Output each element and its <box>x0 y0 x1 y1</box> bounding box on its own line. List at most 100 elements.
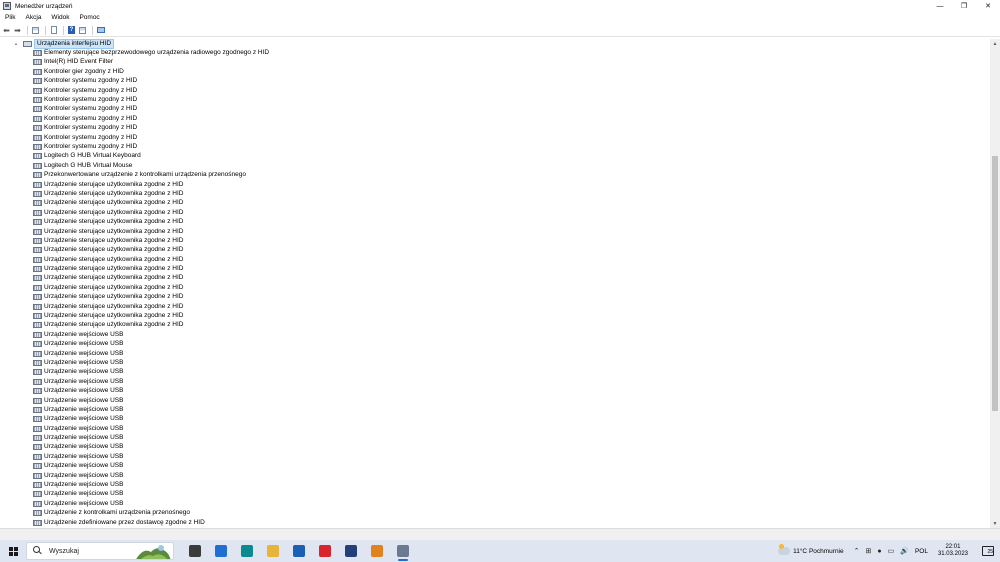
show-hidden-icons-chevron-icon[interactable]: ⌃ <box>854 547 860 555</box>
menu-akcja[interactable]: Akcja <box>20 14 46 21</box>
menu-pomoc[interactable]: Pomoc <box>74 14 104 21</box>
hid-device-icon <box>33 134 42 141</box>
device-row[interactable]: Logitech G HUB Virtual Keyboard <box>0 152 990 161</box>
device-row[interactable]: Urządzenie wejściowe USB <box>0 330 990 339</box>
device-row[interactable]: Kontroler systemu zgodny z HID <box>0 105 990 114</box>
device-row[interactable]: Urządzenie sterujące użytkownika zgodne … <box>0 264 990 273</box>
forward-button[interactable]: ➡ <box>13 26 22 35</box>
volume-icon[interactable]: 🔊 <box>900 547 909 555</box>
collapse-chevron-icon[interactable]: ⌄ <box>12 40 20 47</box>
taskbar-app-microsoft-store[interactable] <box>210 540 232 562</box>
menu-plik[interactable]: Plik <box>0 14 20 21</box>
device-row[interactable]: Urządzenie sterujące użytkownika zgodne … <box>0 311 990 320</box>
device-row[interactable]: Kontroler systemu zgodny z HID <box>0 77 990 86</box>
taskbar-apps <box>180 540 414 562</box>
device-row[interactable]: Kontroler systemu zgodny z HID <box>0 142 990 151</box>
device-row[interactable]: Urządzenie wejściowe USB <box>0 358 990 367</box>
device-row[interactable]: Logitech G HUB Virtual Mouse <box>0 161 990 170</box>
scroll-up-arrow-icon[interactable]: ▲ <box>990 39 1000 48</box>
device-row[interactable]: Urządzenie wejściowe USB <box>0 490 990 499</box>
device-row[interactable]: Kontroler systemu zgodny z HID <box>0 124 990 133</box>
device-row[interactable]: Urządzenie sterujące użytkownika zgodne … <box>0 189 990 198</box>
device-row[interactable]: Urządzenie sterujące użytkownika zgodne … <box>0 180 990 189</box>
device-row[interactable]: Urządzenie wejściowe USB <box>0 415 990 424</box>
show-hide-console-tree-button[interactable] <box>31 26 40 35</box>
device-row[interactable]: Kontroler gier zgodny z HID <box>0 67 990 76</box>
device-row[interactable]: Kontroler systemu zgodny z HID <box>0 114 990 123</box>
device-row[interactable]: Intel(R) HID Event Filter <box>0 58 990 67</box>
device-row[interactable]: Urządzenie wejściowe USB <box>0 480 990 489</box>
hid-device-icon <box>33 219 42 226</box>
taskbar-app-edge[interactable] <box>236 540 258 562</box>
device-row[interactable]: Kontroler systemu zgodny z HID <box>0 133 990 142</box>
device-row[interactable]: Urządzenie sterujące użytkownika zgodne … <box>0 321 990 330</box>
network-icon[interactable]: ⊞ <box>866 547 872 555</box>
scrollbar-thumb[interactable] <box>992 156 998 411</box>
device-row[interactable]: Urządzenie wejściowe USB <box>0 462 990 471</box>
device-row[interactable]: Urządzenie wejściowe USB <box>0 368 990 377</box>
back-button[interactable]: ⬅ <box>2 26 11 35</box>
vertical-scrollbar[interactable]: ▲ ▼ <box>990 39 1000 528</box>
action-pane-button[interactable] <box>78 26 87 35</box>
device-row[interactable]: Urządzenie wejściowe USB <box>0 386 990 395</box>
taskbar-app-app-orange[interactable] <box>366 540 388 562</box>
device-row[interactable]: Przekonwertowane urządzenie z kontrolkam… <box>0 170 990 179</box>
taskbar-app-file-explorer[interactable] <box>262 540 284 562</box>
device-row[interactable]: Urządzenie sterujące użytkownika zgodne … <box>0 246 990 255</box>
device-row[interactable]: Urządzenie wejściowe USB <box>0 433 990 442</box>
taskbar-app-mail[interactable] <box>288 540 310 562</box>
clock-time: 22:01 <box>945 544 961 550</box>
device-row[interactable]: Urządzenie wejściowe USB <box>0 452 990 461</box>
device-row[interactable]: Urządzenie sterujące użytkownika zgodne … <box>0 283 990 292</box>
menu-widok[interactable]: Widok <box>46 14 74 21</box>
device-label: Urządzenie wejściowe USB <box>44 471 124 479</box>
device-row[interactable]: Urządzenie z kontrolkami urządzenia prze… <box>0 509 990 518</box>
device-row[interactable]: Urządzenie wejściowe USB <box>0 424 990 433</box>
hid-device-icon <box>33 313 42 320</box>
device-row[interactable]: Urządzenie sterujące użytkownika zgodne … <box>0 274 990 283</box>
hid-device-icon <box>33 200 42 207</box>
device-row[interactable]: Urządzenie sterujące użytkownika zgodne … <box>0 208 990 217</box>
language-indicator[interactable]: POL <box>915 548 928 555</box>
device-row[interactable]: Urządzenie sterujące użytkownika zgodne … <box>0 255 990 264</box>
device-row[interactable]: Urządzenie sterujące użytkownika zgodne … <box>0 302 990 311</box>
taskbar-app-opera[interactable] <box>314 540 336 562</box>
notification-center-icon[interactable]: 25 <box>982 546 994 556</box>
device-row[interactable]: Urządzenie wejściowe USB <box>0 405 990 414</box>
device-row[interactable]: Kontroler systemu zgodny z HID <box>0 86 990 95</box>
restore-button[interactable]: ❐ <box>952 0 976 12</box>
device-row[interactable]: Urządzenie wejściowe USB <box>0 396 990 405</box>
help-button[interactable]: ? <box>67 26 76 35</box>
device-row[interactable]: Urządzenie wejściowe USB <box>0 499 990 508</box>
device-row[interactable]: Urządzenie sterujące użytkownika zgodne … <box>0 236 990 245</box>
close-button[interactable]: ✕ <box>976 0 1000 12</box>
display-icon[interactable]: ▭ <box>888 547 895 555</box>
device-row[interactable]: Urządzenie sterujące użytkownika zgodne … <box>0 217 990 226</box>
scan-hardware-button[interactable] <box>96 26 105 35</box>
device-row[interactable]: Urządzenie wejściowe USB <box>0 443 990 452</box>
device-row[interactable]: Urządzenie wejściowe USB <box>0 349 990 358</box>
device-row[interactable]: Urządzenie wejściowe USB <box>0 340 990 349</box>
properties-button[interactable] <box>49 26 58 35</box>
start-button[interactable] <box>2 540 24 562</box>
clock[interactable]: 22:01 31.03.2023 <box>938 544 968 558</box>
hid-device-icon <box>33 125 42 132</box>
device-row[interactable]: Urządzenie zdefiniowane przez dostawcę z… <box>0 518 990 527</box>
taskbar-app-app-blue[interactable] <box>340 540 362 562</box>
device-row[interactable]: Urządzenie wejściowe USB <box>0 377 990 386</box>
taskbar-app-task-view[interactable] <box>184 540 206 562</box>
scroll-down-arrow-icon[interactable]: ▼ <box>990 519 1000 528</box>
taskbar-app-device-manager[interactable] <box>392 540 414 562</box>
device-row[interactable]: Kontroler systemu zgodny z HID <box>0 95 990 104</box>
taskbar-search[interactable]: Wyszukaj <box>26 542 174 560</box>
microphone-icon[interactable]: ● <box>877 548 881 555</box>
device-row[interactable]: Elementy sterujące bezprzewodowego urząd… <box>0 48 990 57</box>
minimize-button[interactable]: — <box>928 0 952 12</box>
device-label: Urządzenie sterujące użytkownika zgodne … <box>44 255 184 263</box>
device-row[interactable]: Urządzenie wejściowe USB <box>0 471 990 480</box>
device-row[interactable]: Urządzenie sterujące użytkownika zgodne … <box>0 199 990 208</box>
weather-widget[interactable]: 11°C Pochmurnie <box>793 548 844 555</box>
device-row[interactable]: Urządzenie sterujące użytkownika zgodne … <box>0 227 990 236</box>
tree-category-row[interactable]: ⌄ Urządzenia interfejsu HID <box>0 39 990 49</box>
device-row[interactable]: Urządzenie sterujące użytkownika zgodne … <box>0 293 990 302</box>
